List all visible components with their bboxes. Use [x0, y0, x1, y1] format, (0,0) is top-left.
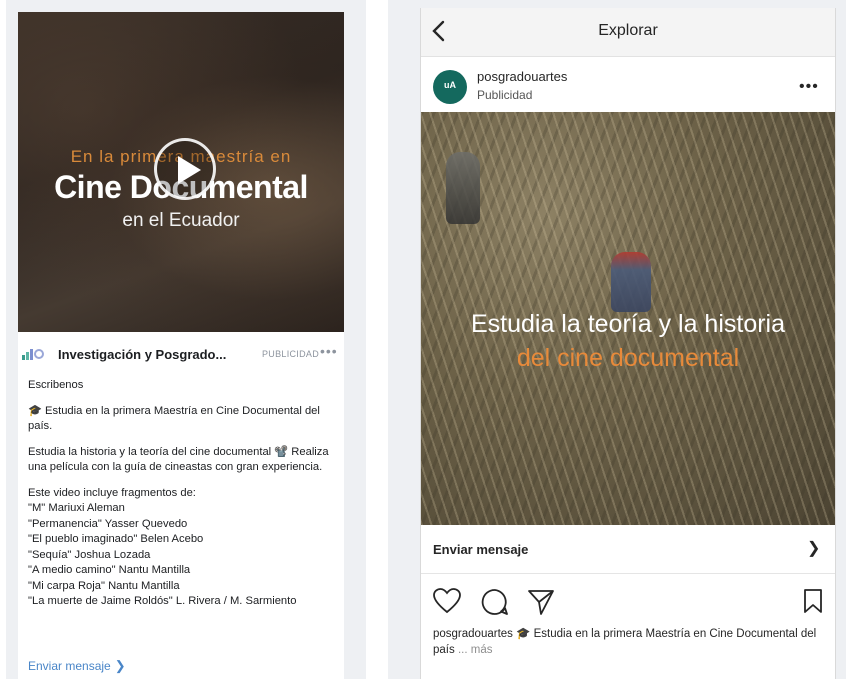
scene-figure: [446, 152, 480, 224]
ad-text-line: Escribenos: [28, 379, 84, 391]
more-options-button[interactable]: •••: [320, 343, 338, 359]
video-overlay-subtitle: del cine documental: [516, 344, 740, 372]
instagram-frame: Explorar uA posgradouartes Publicidad ••…: [420, 8, 836, 679]
play-icon: [178, 156, 201, 184]
more-link[interactable]: ... más: [458, 644, 493, 656]
credit-item: "La muerte de Jaime Roldós" L. Rivera / …: [28, 595, 297, 607]
ad-body-text: Escribenos 🎓 Estudia en la primera Maest…: [28, 378, 340, 610]
top-nav-bar: Explorar: [421, 8, 835, 57]
avatar-label: uA: [444, 80, 456, 90]
avatar[interactable]: uA: [433, 70, 467, 104]
instagram-ad-panel: Explorar uA posgradouartes Publicidad ••…: [388, 0, 846, 679]
video-overlay-tagline: en el Ecuador: [122, 210, 240, 231]
more-options-button[interactable]: •••: [799, 78, 819, 96]
page-logo-icon[interactable]: [22, 346, 46, 362]
ad-text-paragraph: 🎓 Estudia en la primera Maestría en Cine…: [28, 404, 320, 433]
post-caption: posgradouartes 🎓 Estudia en la primera M…: [433, 626, 823, 658]
credit-item: "A medio camino" Nantu Mantilla: [28, 564, 191, 576]
credit-item: "Sequía" Joshua Lozada: [28, 548, 151, 561]
credits-intro: Este video incluye fragmentos de:: [28, 486, 196, 499]
credits-list: Este video incluye fragmentos de: "M" Ma…: [28, 486, 340, 610]
facebook-ad-panel: En la primera maestría en Cine Documenta…: [6, 0, 366, 679]
credit-item: "Permanencia" Yasser Quevedo: [28, 517, 188, 530]
sponsored-label: PUBLICIDAD: [262, 349, 320, 359]
credit-item: "M" Mariuxi Aleman: [28, 502, 125, 514]
caption-username[interactable]: posgradouartes: [433, 628, 513, 640]
ad-text-paragraph: Estudia la historia y la teoría del cine…: [28, 445, 329, 474]
ad-header: Investigación y Posgrado... PUBLICIDAD •…: [18, 340, 344, 370]
video-overlay-title: Estudia la teoría y la historia: [470, 310, 786, 338]
send-message-link[interactable]: Enviar mensaje ❯: [28, 658, 126, 674]
scene-figure: [611, 252, 651, 312]
credit-item: "El pueblo imaginado" Belen Acebo: [28, 533, 204, 545]
nav-title: Explorar: [598, 22, 658, 39]
play-button[interactable]: [154, 138, 216, 200]
sponsored-label: Publicidad: [477, 88, 533, 102]
chevron-right-icon: ❯: [114, 658, 126, 673]
chevron-right-icon: ❯: [807, 540, 821, 557]
credit-item: "Mi carpa Roja" Nantu Mantilla: [28, 579, 180, 592]
heart-icon[interactable]: [433, 588, 461, 614]
ad-video[interactable]: En la primera maestría en Cine Documenta…: [18, 12, 344, 332]
send-message-label: Enviar mensaje: [28, 659, 111, 673]
send-message-bar[interactable]: Enviar mensaje ❯: [421, 525, 835, 574]
post-actions: [421, 584, 835, 616]
send-message-label: Enviar mensaje: [433, 542, 529, 557]
facebook-ad-card: En la primera maestría en Cine Documenta…: [18, 12, 344, 679]
page-name[interactable]: Investigación y Posgrado...: [58, 347, 226, 362]
post-video[interactable]: Estudia la teoría y la historia del cine…: [421, 112, 835, 525]
share-icon[interactable]: [527, 588, 555, 616]
comment-icon[interactable]: [481, 588, 509, 616]
bookmark-icon[interactable]: [803, 588, 823, 614]
username[interactable]: posgradouartes: [477, 69, 567, 84]
